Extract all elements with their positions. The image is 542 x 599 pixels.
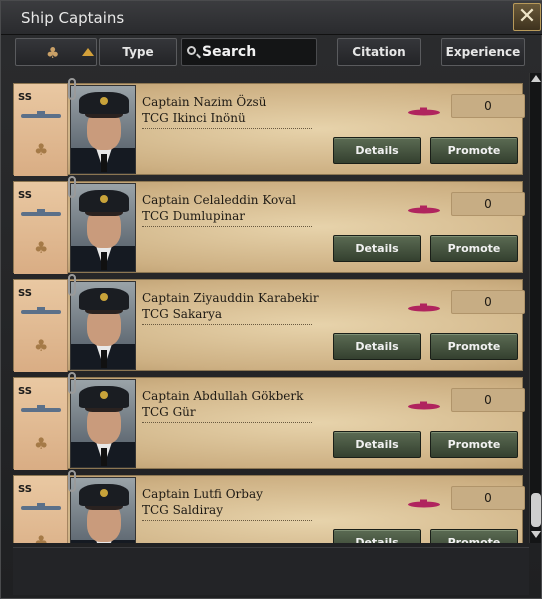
- paperclip-icon: [68, 372, 76, 394]
- scroll-down-arrow-icon[interactable]: [531, 531, 541, 538]
- clover-icon: ♣: [34, 140, 49, 159]
- promote-button[interactable]: Promote: [430, 137, 518, 164]
- submarine-silhouette-icon: [21, 209, 61, 216]
- clover-icon: ♣: [34, 238, 49, 257]
- rank-label: SS: [18, 92, 32, 103]
- details-button[interactable]: Details: [333, 137, 421, 164]
- title-bar: Ship Captains ✕: [1, 1, 542, 35]
- captain-names: Captain Celaleddin Koval TCG Dumlupinar: [142, 192, 312, 227]
- submarine-silhouette-icon: [21, 111, 61, 118]
- captain-name: Captain Nazim Özsü: [142, 95, 267, 109]
- submarine-silhouette-icon: [21, 503, 61, 510]
- submarine-silhouette-icon: [21, 405, 61, 412]
- captain-card: SS ♣ Captain Abdullah Gökberk TCG Gür 0 …: [13, 372, 525, 470]
- captain-portrait[interactable]: [70, 477, 136, 543]
- captain-names: Captain Ziyauddin Karabekir TCG Sakarya: [142, 290, 319, 325]
- ship-name: TCG Ikinci Inönü: [142, 111, 246, 125]
- rank-column: SS ♣: [14, 378, 68, 470]
- captain-portrait[interactable]: [70, 183, 136, 272]
- experience-value: 0: [451, 388, 525, 412]
- details-button[interactable]: Details: [333, 431, 421, 458]
- scrollbar[interactable]: [529, 73, 541, 543]
- submarine-icon: [408, 303, 440, 312]
- captain-names: Captain Nazim Özsü TCG Ikinci Inönü: [142, 94, 312, 129]
- promote-button[interactable]: Promote: [430, 333, 518, 360]
- close-icon: ✕: [517, 4, 537, 29]
- paperclip-icon: [68, 274, 76, 296]
- experience-value: 0: [451, 290, 525, 314]
- paperclip-icon: [68, 470, 76, 492]
- paperclip-icon: [68, 78, 76, 100]
- close-button[interactable]: ✕: [513, 3, 541, 31]
- rank-column: SS ♣: [14, 182, 68, 274]
- captain-portrait[interactable]: [70, 379, 136, 468]
- details-button[interactable]: Details: [333, 333, 421, 360]
- search-icon: [187, 46, 196, 55]
- experience-sort-button[interactable]: Experience: [441, 38, 525, 66]
- clover-icon: ♣: [46, 44, 60, 62]
- rank-label: SS: [18, 190, 32, 201]
- ship-name: TCG Dumlupinar: [142, 209, 246, 223]
- captain-name: Captain Lutfi Orbay: [142, 487, 263, 501]
- ship-name: TCG Gür: [142, 405, 196, 419]
- promote-button[interactable]: Promote: [430, 431, 518, 458]
- filter-button[interactable]: ♣: [15, 38, 97, 66]
- rank-label: SS: [18, 386, 32, 397]
- ship-name: TCG Sakarya: [142, 307, 223, 321]
- captain-names: Captain Lutfi Orbay TCG Saldiray: [142, 486, 312, 521]
- captain-card: SS ♣ Captain Celaleddin Koval TCG Dumlup…: [13, 176, 525, 274]
- captain-card: SS ♣ Captain Ziyauddin Karabekir TCG Sak…: [13, 274, 525, 372]
- bottom-panel: [13, 547, 529, 595]
- ship-captains-window: Ship Captains ✕ ♣ Type Search Citation E…: [0, 0, 542, 599]
- rank-column: SS ♣: [14, 476, 68, 543]
- submarine-icon: [408, 499, 440, 508]
- sort-asc-triangle-icon: [82, 48, 94, 56]
- captain-card: SS ♣ Captain Lutfi Orbay TCG Saldiray 0 …: [13, 470, 525, 543]
- details-button[interactable]: Details: [333, 529, 421, 543]
- rank-label: SS: [18, 484, 32, 495]
- scroll-up-arrow-icon[interactable]: [531, 75, 541, 82]
- ship-name: TCG Saldiray: [142, 503, 223, 517]
- captain-names: Captain Abdullah Gökberk TCG Gür: [142, 388, 312, 423]
- toolbar: ♣ Type Search Citation Experience: [15, 38, 527, 66]
- submarine-icon: [408, 401, 440, 410]
- window-title: Ship Captains: [21, 9, 125, 27]
- details-button[interactable]: Details: [333, 235, 421, 262]
- promote-button[interactable]: Promote: [430, 235, 518, 262]
- submarine-icon: [408, 107, 440, 116]
- rank-label: SS: [18, 288, 32, 299]
- submarine-silhouette-icon: [21, 307, 61, 314]
- experience-value: 0: [451, 486, 525, 510]
- submarine-icon: [408, 205, 440, 214]
- captain-portrait[interactable]: [70, 85, 136, 174]
- type-sort-button[interactable]: Type: [99, 38, 177, 66]
- captain-list: SS ♣ Captain Nazim Özsü TCG Ikinci Inönü…: [13, 73, 525, 543]
- captain-name: Captain Ziyauddin Karabekir: [142, 291, 319, 305]
- captain-name: Captain Abdullah Gökberk: [142, 389, 304, 403]
- rank-column: SS ♣: [14, 280, 68, 372]
- paperclip-icon: [68, 176, 76, 198]
- clover-icon: ♣: [34, 434, 49, 453]
- experience-value: 0: [451, 192, 525, 216]
- search-input[interactable]: Search: [181, 38, 317, 66]
- clover-icon: ♣: [34, 532, 49, 543]
- experience-value: 0: [451, 94, 525, 118]
- scroll-thumb[interactable]: [531, 493, 541, 527]
- search-placeholder: Search: [202, 44, 257, 60]
- promote-button[interactable]: Promote: [430, 529, 518, 543]
- captain-portrait[interactable]: [70, 281, 136, 370]
- clover-icon: ♣: [34, 336, 49, 355]
- rank-column: SS ♣: [14, 84, 68, 176]
- captain-name: Captain Celaleddin Koval: [142, 193, 296, 207]
- citation-sort-button[interactable]: Citation: [337, 38, 421, 66]
- captain-card: SS ♣ Captain Nazim Özsü TCG Ikinci Inönü…: [13, 78, 525, 176]
